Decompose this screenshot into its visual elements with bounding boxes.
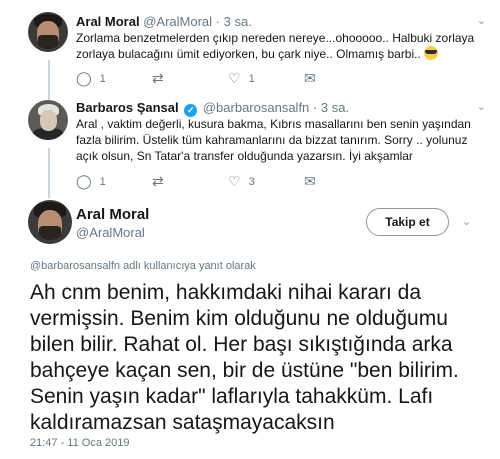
thread-line: [48, 148, 50, 198]
tweet-text: Zorlama benzetmelerden çıkıp nereden ner…: [76, 31, 475, 61]
message-button[interactable]: ✉: [304, 70, 380, 87]
retweet-button[interactable]: ⇄: [152, 173, 228, 190]
replying-handle[interactable]: @barbarosansalfn: [30, 260, 120, 272]
tweet-actions: ◯ 1 ⇄ ♡ 3 ✉: [76, 173, 380, 190]
tweet-actions: ◯ 1 ⇄ ♡ 1 ✉: [76, 70, 380, 87]
sunglasses-emoji: [424, 46, 439, 60]
replying-to: @barbarosansalfn adlı kullanıcıya yanıt …: [30, 260, 256, 272]
retweet-button[interactable]: ⇄: [152, 70, 228, 87]
author-name[interactable]: Aral Moral: [76, 14, 140, 29]
avatar[interactable]: [28, 12, 68, 52]
reply-icon: ◯: [76, 173, 92, 189]
author-name[interactable]: Aral Moral: [76, 206, 149, 223]
reply-button[interactable]: ◯ 1: [76, 70, 152, 87]
avatar[interactable]: [28, 100, 68, 140]
tweet-time[interactable]: 3 sa.: [321, 100, 349, 115]
retweet-icon: ⇄: [152, 70, 164, 86]
reply-tweet: Aral Moral @AralMoral · 3 sa. ⌄ Zorlama …: [0, 0, 500, 96]
chevron-down-icon[interactable]: ⌄: [477, 14, 486, 27]
author-handle[interactable]: @AralMoral: [143, 14, 212, 29]
message-icon: ✉: [304, 173, 316, 189]
message-button[interactable]: ✉: [304, 173, 380, 190]
like-button[interactable]: ♡ 3: [228, 173, 304, 190]
thread-line: [48, 90, 50, 100]
like-button[interactable]: ♡ 1: [228, 70, 304, 87]
chevron-down-icon[interactable]: ⌄: [477, 100, 486, 113]
tweet-text: Aral , vaktim değerli, kusura bakma, Kıb…: [76, 117, 471, 163]
tweet-text: Ah cnm benim, hakkımdaki nihai kararı da…: [30, 281, 459, 434]
avatar[interactable]: [28, 200, 72, 244]
heart-icon: ♡: [228, 70, 241, 86]
retweet-icon: ⇄: [152, 173, 164, 189]
message-icon: ✉: [304, 70, 316, 86]
reply-button[interactable]: ◯ 1: [76, 173, 152, 190]
reply-icon: ◯: [76, 70, 92, 86]
chevron-down-icon[interactable]: ⌄: [462, 215, 471, 228]
author-name[interactable]: Barbaros Şansal: [76, 100, 179, 115]
follow-button[interactable]: Takip et: [366, 208, 449, 236]
author-handle[interactable]: @barbarosansalfn: [203, 100, 309, 115]
heart-icon: ♡: [228, 173, 241, 189]
tweet-header: Barbaros Şansal ✓ @barbarosansalfn · 3 s…: [76, 100, 350, 117]
tweet-timestamp[interactable]: 21:47 - 11 Oca 2019: [30, 437, 129, 449]
tweet-header: Aral Moral @AralMoral · 3 sa.: [76, 14, 252, 29]
tweet-time[interactable]: 3 sa.: [224, 14, 252, 29]
author-handle[interactable]: @AralMoral: [76, 225, 145, 240]
reply-tweet: Barbaros Şansal ✓ @barbarosansalfn · 3 s…: [0, 90, 500, 198]
